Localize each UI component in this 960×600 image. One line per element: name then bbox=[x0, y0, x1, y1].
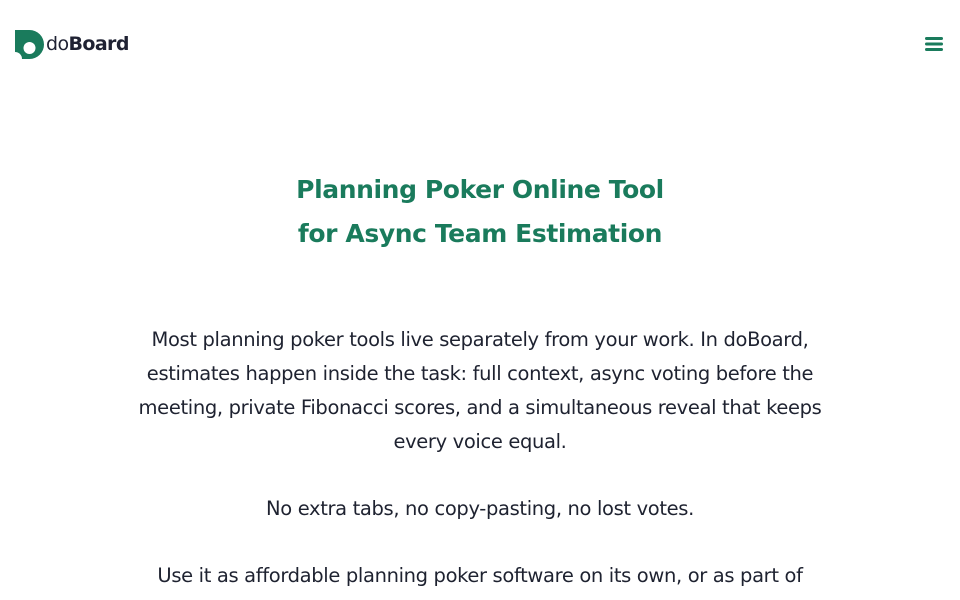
page-title-line-2: for Async Team Estimation bbox=[297, 219, 663, 248]
hero-description: Most planning poker tools live separatel… bbox=[110, 323, 850, 600]
hero-paragraph-usage: Use it as affordable planning poker soft… bbox=[157, 564, 803, 587]
hamburger-menu-icon bbox=[925, 37, 943, 51]
page-title-line-1: Planning Poker Online Tool bbox=[296, 175, 664, 204]
menu-button[interactable] bbox=[922, 34, 946, 54]
logo-wordmark: doBoard bbox=[46, 30, 129, 59]
logo-wordmark-suffix: Board bbox=[68, 33, 130, 55]
doboard-logo[interactable]: doBoard bbox=[15, 30, 129, 59]
hero-paragraph-intro: Most planning poker tools live separatel… bbox=[138, 328, 822, 453]
logo-wordmark-prefix: do bbox=[46, 33, 69, 55]
site-header: doBoard bbox=[0, 0, 960, 88]
page-title: Planning Poker Online Tool for Async Tea… bbox=[0, 168, 960, 256]
doboard-logo-mark-icon bbox=[15, 30, 44, 59]
hero-paragraph-benefits: No extra tabs, no copy-pasting, no lost … bbox=[266, 497, 694, 520]
